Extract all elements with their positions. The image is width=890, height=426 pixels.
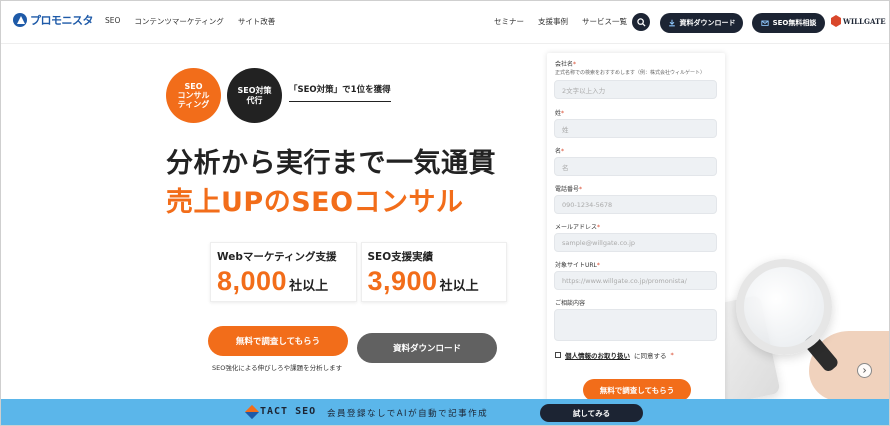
required-mark: * [579,186,583,193]
badge-seo-agency: SEO対策 代行 [227,68,282,123]
header-download-button[interactable]: 資料ダウンロード [660,13,743,33]
cta-free-analysis-button[interactable]: 無料で調査してもらう [208,326,348,356]
hero-headline-main: 分析から実行まで一気通貫 [166,148,496,179]
email-label-text: メールアドレス [555,224,598,231]
consultation-form: 会社名* 正式名称での検索をおすすめします（例：株式会社ウィルゲート） 2文字以… [547,53,725,403]
url-label: 対象サイトURL* [555,260,600,269]
required-mark: * [561,148,565,155]
stat-label: Webマーケティング支援 [217,251,337,263]
stat-card: Webマーケティング支援 8,000 社以上 [210,242,357,302]
tact-seo-logo: TACT SEO [244,404,317,419]
banner-try-button[interactable]: 試してみる [540,404,643,422]
required-mark: * [597,224,601,231]
stat-number: 3,900 [367,266,438,296]
nav-item-services[interactable]: サービス一覧 [582,16,627,27]
tact-seo-logo-text: TACT SEO [260,406,317,417]
email-input[interactable]: sample@willgate.co.jp [554,233,717,252]
form-submit-button[interactable]: 無料で調査してもらう [583,379,691,401]
cta-note: SEO強化による伸びしろや課題を分析します [212,364,343,372]
tact-seo-logo-icon [244,404,260,419]
nav-item-case-studies[interactable]: 支援事例 [538,16,568,27]
logo-mark-icon [13,13,27,27]
search-button[interactable] [632,13,650,31]
header-download-label: 資料ダウンロード [679,19,736,27]
header-consult-label: SEO無料相談 [772,19,817,27]
privacy-policy-link[interactable]: 個人情報のお取り扱い [565,350,630,360]
url-input[interactable]: https://www.willgate.co.jp/promonista/ [554,271,717,290]
mail-icon [760,20,769,26]
banner-text: 会員登録なしでAIが自動で記事作成 [327,409,489,419]
stat-value-row: 3,900 社以上 [368,266,501,297]
inquiry-label: ご相談内容 [555,300,586,307]
inquiry-textarea[interactable] [554,309,717,341]
willgate-logo[interactable]: WILLGATE [831,15,886,27]
required-mark: * [670,351,674,359]
badge-seo-consulting: SEO コンサル ティング [166,68,221,123]
cta-download-button[interactable]: 資料ダウンロード [357,333,497,363]
nav-right: セミナー 支援事例 サービス一覧 [494,16,627,27]
consent-checkbox[interactable] [555,352,561,358]
download-icon [668,19,675,27]
required-mark: * [573,61,577,68]
company-hint: 正式名称での検索をおすすめします（例：株式会社ウィルゲート） [555,70,706,76]
magnifier-image [736,259,832,355]
search-icon [636,17,646,27]
lastname-label: 姓* [555,108,564,117]
company-input[interactable]: 2文字以上入力 [554,80,717,99]
company-label: 会社名* [555,59,576,68]
stat-unit: 社以上 [289,279,329,294]
nav-left: SEO コンテンツマーケティング サイト改善 [105,16,275,27]
required-mark: * [596,262,600,269]
stat-label: SEO支援実績 [367,251,434,263]
firstname-input[interactable]: 名 [554,157,717,176]
consent-text: に同意する [634,352,667,360]
url-label-text: 対象サイトURL [555,262,597,269]
willgate-emblem-icon [831,15,841,27]
page-top-button[interactable] [857,363,872,378]
logo-text: プロモニスタ [30,14,94,27]
stat-number: 8,000 [217,266,288,296]
phone-label: 電話番号* [555,184,582,193]
page: プロモニスタ SEO コンテンツマーケティング サイト改善 セミナー 支援事例 … [0,0,890,426]
nav-item-content-marketing[interactable]: コンテンツマーケティング [134,16,223,27]
email-label: メールアドレス* [555,222,600,231]
site-logo[interactable]: プロモニスタ [13,12,94,28]
stat-card: SEO支援実績 3,900 社以上 [360,242,507,302]
required-mark: * [561,110,565,117]
nav-item-seo[interactable]: SEO [105,16,120,27]
phone-input[interactable]: 090-1234-5678 [554,195,717,214]
consent-row: 個人情報のお取り扱い に同意する * [555,350,674,360]
nav-item-seminar[interactable]: セミナー [494,16,524,27]
company-label-text: 会社名 [555,61,574,68]
stat-unit: 社以上 [439,279,479,294]
phone-label-text: 電話番号 [555,186,580,193]
chevron-right-icon [863,368,867,373]
promo-banner: TACT SEO 会員登録なしでAIが自動で記事作成 試してみる [1,399,889,425]
site-header: プロモニスタ SEO コンテンツマーケティング サイト改善 セミナー 支援事例 … [1,1,889,44]
nav-item-site-improvement[interactable]: サイト改善 [238,16,276,27]
willgate-logo-text: WILLGATE [843,16,886,26]
stat-value-row: 8,000 社以上 [217,266,350,297]
lastname-input[interactable]: 姓 [554,119,717,138]
firstname-label: 名* [555,146,564,155]
stats-panel: Webマーケティング支援 8,000 社以上 SEO支援実績 3,900 社以上 [210,242,507,302]
hero-tagline: 「SEO対策」で1位を獲得 [289,83,391,102]
hero-headline-accent: 売上UPのSEOコンサル [166,187,464,218]
header-consult-button[interactable]: SEO無料相談 [752,13,825,33]
